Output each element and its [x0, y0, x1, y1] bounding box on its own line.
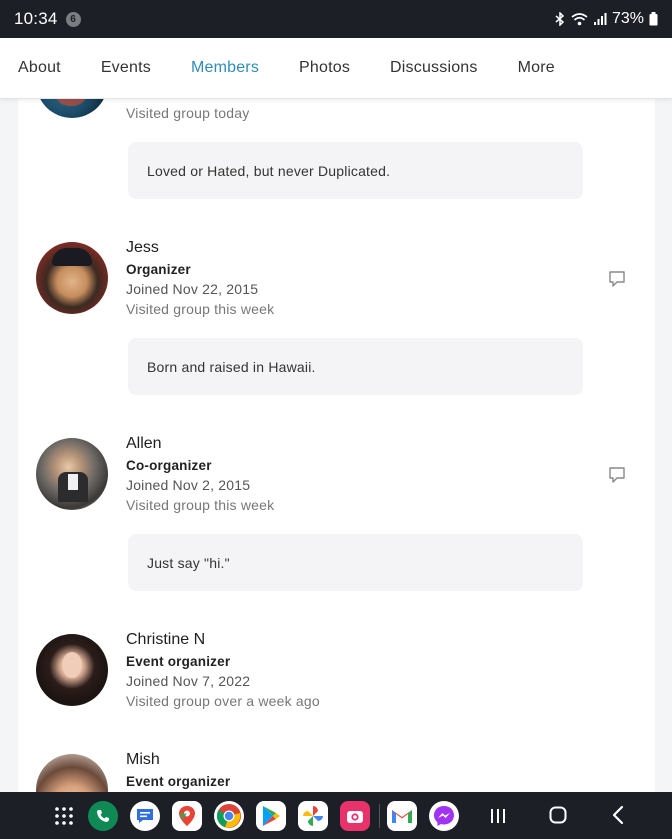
- member-avatar[interactable]: [36, 99, 108, 118]
- camera-app-icon[interactable]: [340, 801, 370, 831]
- member-visited: Visited group this week: [126, 497, 275, 513]
- member-role: Co-organizer: [126, 458, 212, 473]
- battery-icon: [649, 12, 658, 26]
- member-name[interactable]: Mish: [126, 751, 160, 769]
- maps-app-icon[interactable]: [172, 801, 202, 831]
- messenger-app-icon[interactable]: [429, 801, 459, 831]
- tab-discussions[interactable]: Discussions: [390, 59, 478, 77]
- message-icon[interactable]: [607, 465, 627, 485]
- status-bar: 10:34 6 73%: [0, 0, 672, 38]
- member-name[interactable]: Jess: [126, 239, 159, 257]
- home-button[interactable]: [548, 805, 568, 825]
- member-joined: Joined Nov 22, 2015: [126, 281, 259, 297]
- message-icon[interactable]: [607, 269, 627, 289]
- app-drawer-icon[interactable]: [54, 806, 74, 826]
- tab-about[interactable]: About: [18, 59, 61, 77]
- member-avatar[interactable]: [36, 242, 108, 314]
- tab-members[interactable]: Members: [191, 59, 259, 77]
- gmail-app-icon[interactable]: [387, 801, 417, 831]
- member-bio: Born and raised in Hawaii.: [128, 338, 583, 395]
- member-avatar[interactable]: [36, 438, 108, 510]
- play-store-app-icon[interactable]: [256, 801, 286, 831]
- member-visited: Visited group today: [126, 105, 250, 121]
- member-avatar[interactable]: [36, 634, 108, 706]
- member-visited: Visited group this week: [126, 301, 275, 317]
- phone-app-icon[interactable]: [88, 801, 118, 831]
- member-role: Organizer: [126, 262, 191, 277]
- member-role: Event organizer: [126, 774, 231, 789]
- member-role: Event organizer: [126, 654, 231, 669]
- member-name[interactable]: Christine N: [126, 631, 205, 649]
- wifi-icon: [571, 13, 588, 26]
- tab-more[interactable]: More: [518, 59, 555, 77]
- member-name[interactable]: Allen: [126, 435, 162, 453]
- bluetooth-icon: [555, 12, 565, 26]
- status-icons: 73%: [554, 10, 658, 28]
- member-bio: Loved or Hated, but never Duplicated.: [128, 142, 583, 199]
- member-avatar[interactable]: [36, 754, 108, 792]
- status-time: 10:34: [14, 9, 58, 28]
- tab-events[interactable]: Events: [101, 59, 151, 77]
- member-joined: Joined Nov 2, 2015: [126, 477, 251, 493]
- chrome-app-icon[interactable]: [214, 801, 244, 831]
- member-bio: Just say "hi.": [128, 534, 583, 591]
- recent-apps-button[interactable]: [488, 807, 508, 825]
- back-button[interactable]: [610, 805, 628, 825]
- photos-app-icon[interactable]: [298, 801, 328, 831]
- messages-app-icon[interactable]: [130, 801, 160, 831]
- group-tab-bar: About Events Members Photos Discussions …: [0, 38, 672, 99]
- member-visited: Visited group over a week ago: [126, 693, 320, 709]
- dock-divider: [379, 804, 380, 828]
- members-list: Visited group today Loved or Hated, but …: [18, 99, 655, 792]
- member-joined: Joined Nov 7, 2022: [126, 673, 251, 689]
- notification-count-badge: 6: [65, 11, 81, 27]
- tab-photos[interactable]: Photos: [299, 59, 350, 77]
- signal-icon: [593, 13, 607, 25]
- battery-percent: 73%: [611, 10, 644, 27]
